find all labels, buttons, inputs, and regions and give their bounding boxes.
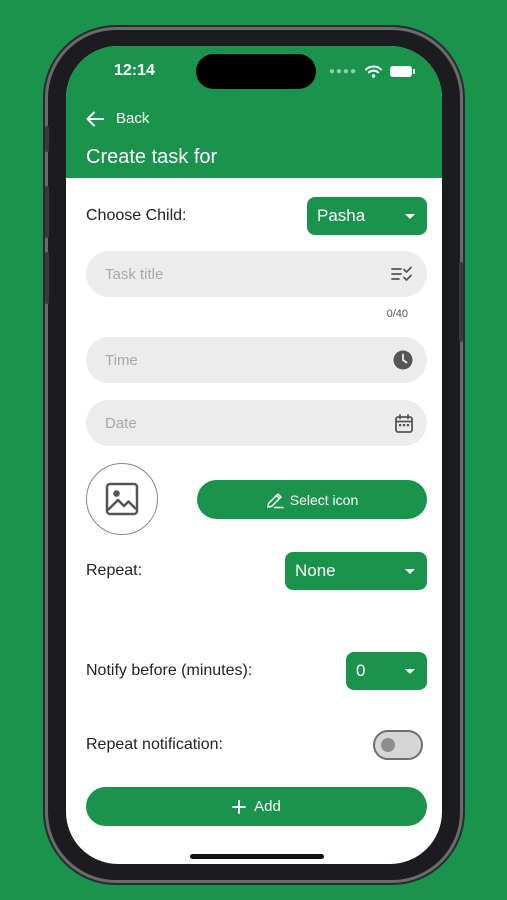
select-icon-button[interactable]: Select icon [197,480,427,519]
image-icon [105,482,139,516]
power-button [459,262,463,342]
back-label: Back [116,110,150,127]
select-icon-label: Select icon [289,491,359,508]
volume-down-button [45,252,49,304]
toggle-knob [381,738,395,752]
add-button[interactable]: Add [86,787,427,826]
task-title-input[interactable] [105,265,365,283]
repeat-dropdown-value: None [295,561,336,580]
repeat-label: Repeat: [86,562,143,579]
status-icons: ●●●● [328,65,415,78]
checklist-icon [391,266,412,281]
dynamic-island [196,54,316,89]
back-button[interactable]: Back [86,110,149,127]
clock-icon [393,350,413,370]
chevron-down-icon [405,668,415,674]
signal-icon: ●●●● [328,66,357,77]
chevron-down-icon [405,568,415,574]
repeat-dropdown[interactable]: None [285,552,427,590]
add-label: Add [254,798,281,815]
arrow-left-icon [86,111,104,126]
calendar-icon [395,413,413,433]
pencil-icon [267,492,284,508]
task-icon-preview[interactable] [86,463,158,535]
choose-child-row: Choose Child: Pasha [86,197,427,235]
task-title-field[interactable] [86,251,427,297]
repeat-notification-label: Repeat notification: [86,736,223,753]
notify-before-value: 0 [356,661,366,680]
time-field[interactable] [86,337,427,383]
notify-before-dropdown[interactable]: 0 [346,652,427,690]
repeat-notification-row: Repeat notification: [86,730,427,760]
repeat-row: Repeat: None [86,552,427,590]
page-title: Create task for [86,146,218,168]
chevron-down-icon [405,213,415,219]
child-dropdown-value: Pasha [317,206,366,225]
notify-row: Notify before (minutes): 0 [86,652,427,690]
plus-icon [232,799,247,814]
date-input[interactable] [105,414,365,432]
time-input[interactable] [105,351,365,369]
choose-child-label: Choose Child: [86,207,187,224]
date-field[interactable] [86,400,427,446]
notify-before-label: Notify before (minutes): [86,662,253,679]
silent-switch [45,126,49,152]
task-title-counter: 0/40 [386,308,408,320]
home-indicator [190,854,324,859]
app-header: 12:14 ●●●● Back Create task for [66,46,442,178]
app-screen: 12:14 ●●●● Back Create task for Choose C… [66,46,442,864]
status-time: 12:14 [114,62,155,79]
volume-up-button [45,186,49,238]
wifi-icon [365,65,382,78]
battery-icon [390,66,415,77]
repeat-notification-toggle[interactable] [373,730,423,760]
child-dropdown[interactable]: Pasha [307,197,427,235]
